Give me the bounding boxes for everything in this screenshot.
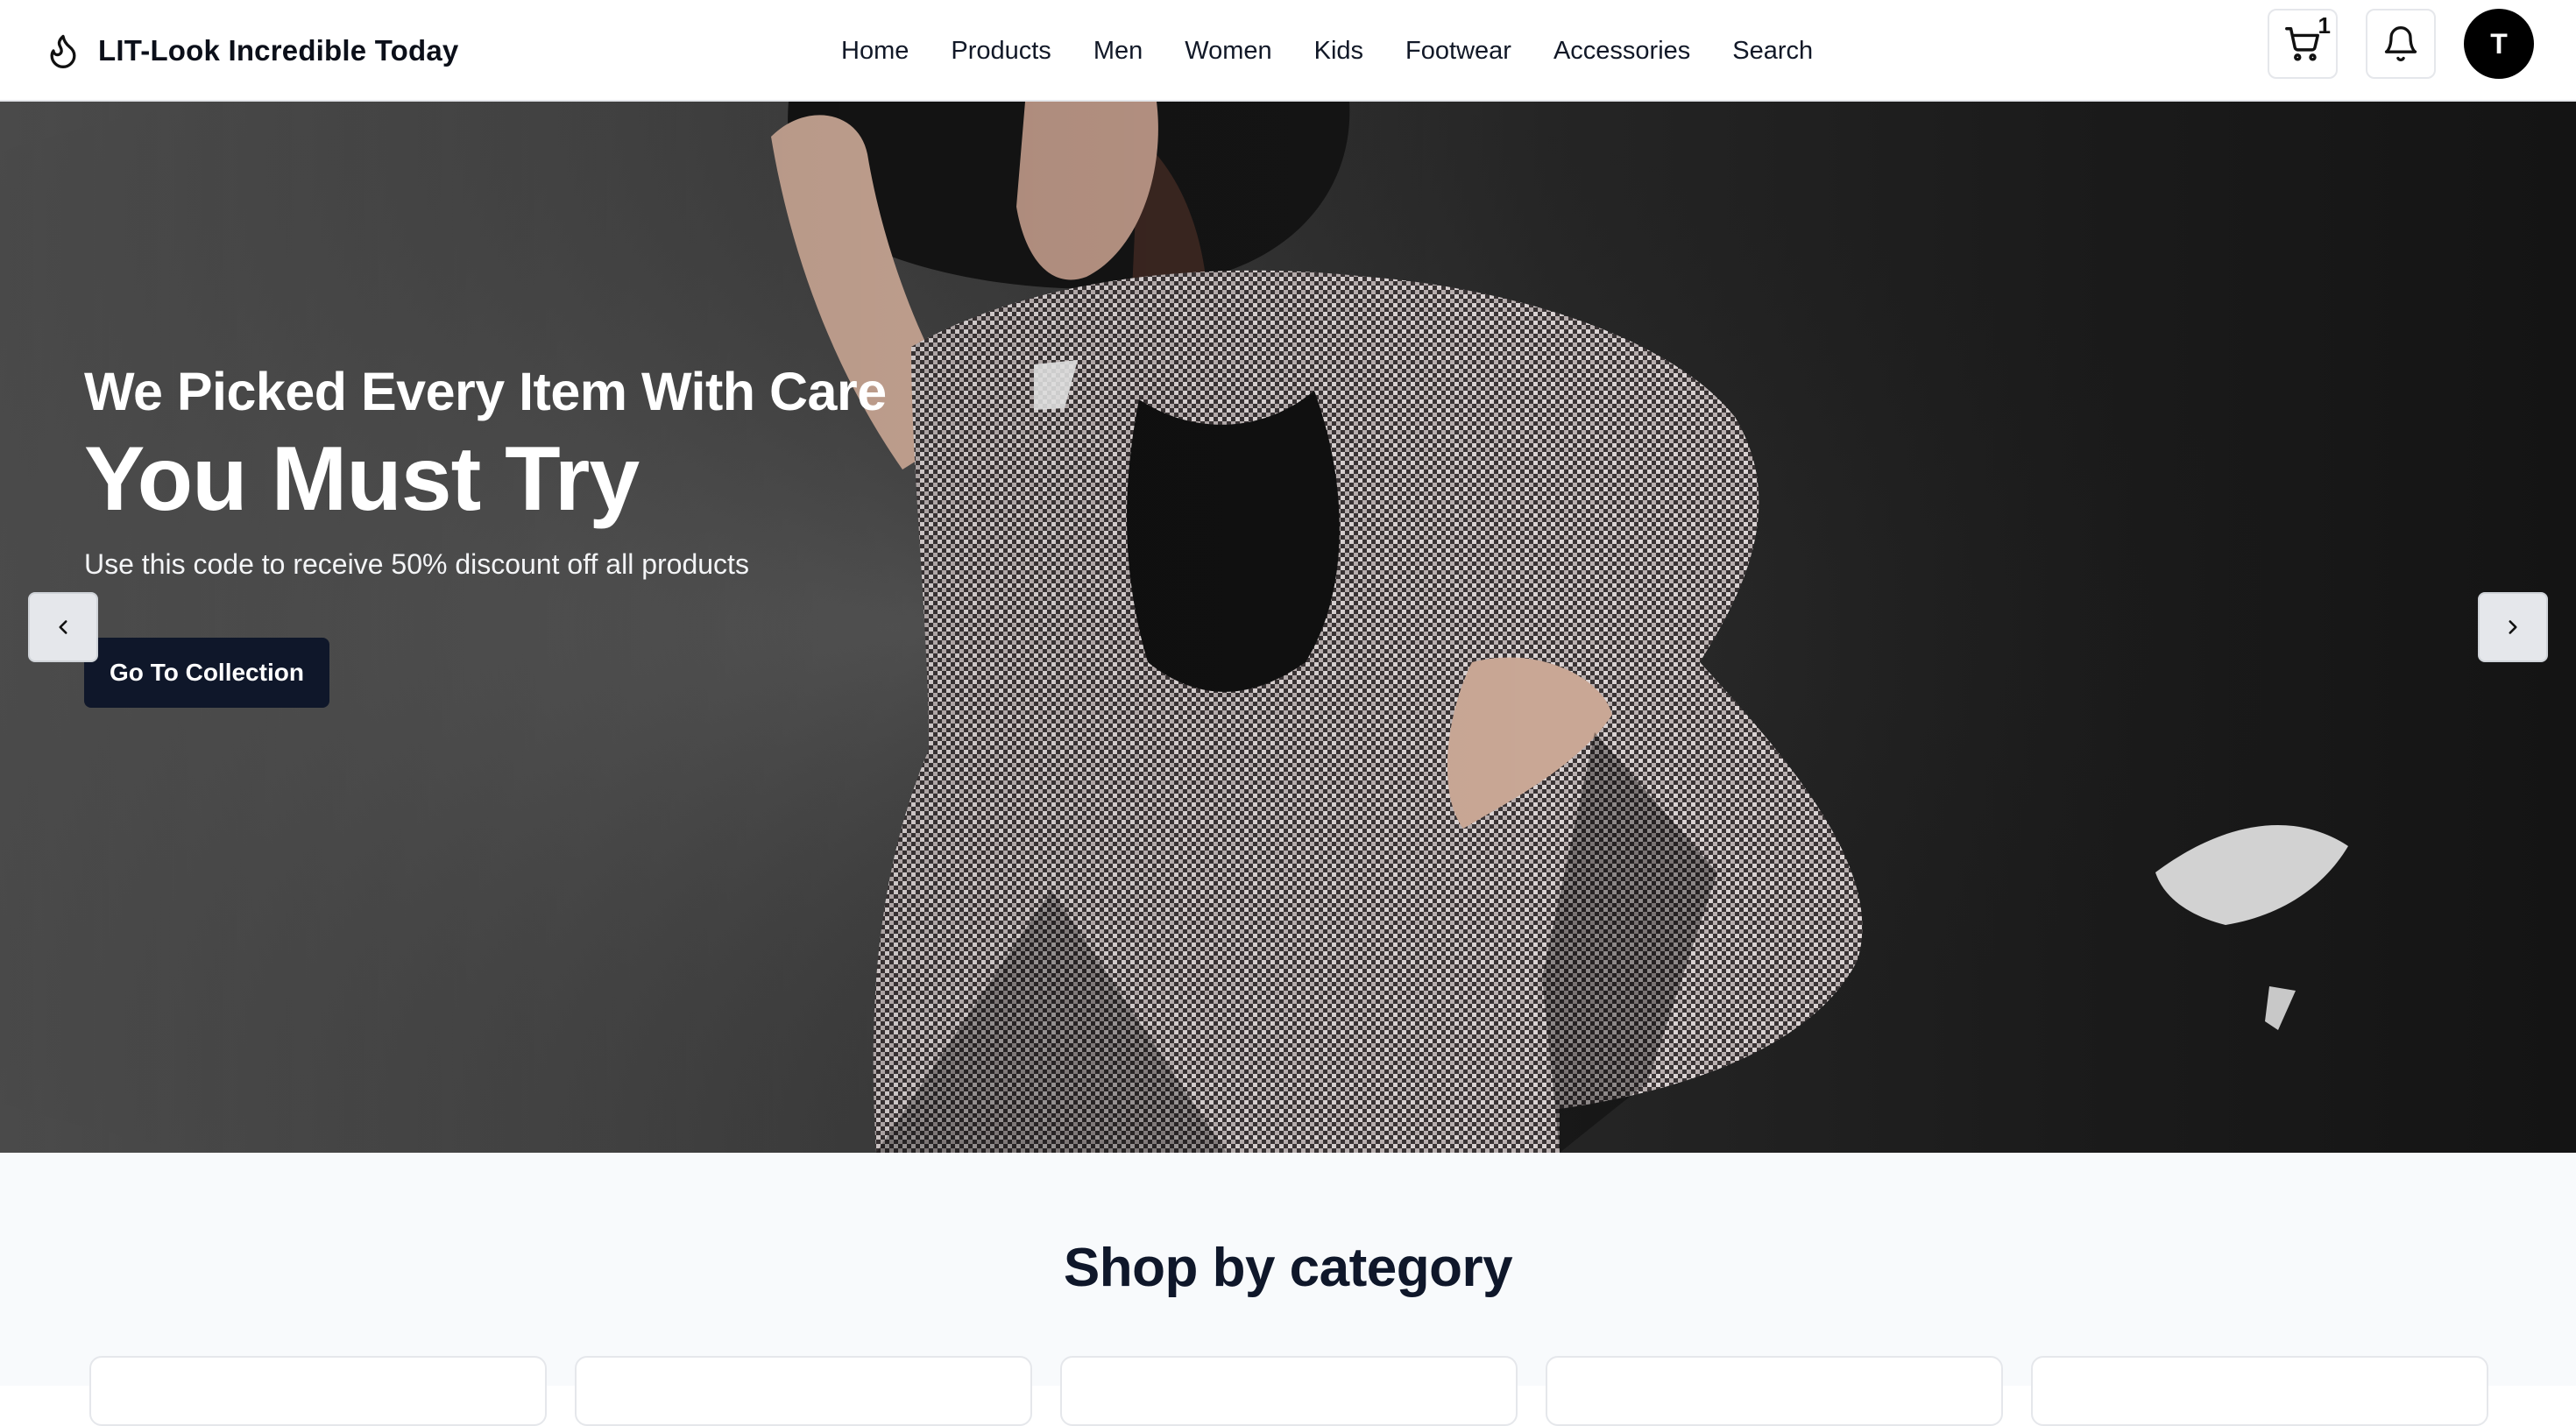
cart-icon: [2285, 27, 2319, 61]
nav-link-women[interactable]: Women: [1185, 37, 1271, 66]
chevron-left-icon: [59, 620, 67, 634]
nav-link-products[interactable]: Products: [951, 37, 1051, 66]
brand-logo[interactable]: LIT-Look Incredible Today: [44, 25, 458, 77]
category-card[interactable]: [1546, 1356, 2003, 1426]
carousel-next-button[interactable]: [2478, 592, 2548, 662]
carousel-prev-button[interactable]: [28, 592, 98, 662]
nav-link-accessories[interactable]: Accessories: [1553, 37, 1690, 66]
main-nav: Home Products Men Women Kids Footwear Ac…: [841, 0, 1813, 102]
hero-overlay: [0, 102, 2576, 1153]
top-navbar: LIT-Look Incredible Today Home Products …: [0, 0, 2576, 102]
hero-title: You Must Try: [84, 428, 640, 530]
go-to-collection-button[interactable]: Go To Collection: [84, 638, 329, 708]
hero-eyebrow: We Picked Every Item With Care: [84, 362, 887, 421]
nav-link-men[interactable]: Men: [1093, 37, 1143, 66]
hero-copy: We Picked Every Item With Care You Must …: [84, 361, 887, 581]
nav-link-footwear[interactable]: Footwear: [1405, 37, 1511, 66]
category-card[interactable]: [575, 1356, 1032, 1426]
cart-count-badge: 1: [2318, 12, 2331, 39]
nav-link-search[interactable]: Search: [1732, 37, 1813, 66]
section-title: Shop by category: [1063, 1238, 1513, 1298]
chevron-right-icon: [2509, 620, 2517, 634]
category-card[interactable]: [89, 1356, 547, 1426]
category-card[interactable]: [2031, 1356, 2488, 1426]
user-avatar[interactable]: T: [2464, 9, 2534, 79]
nav-link-home[interactable]: Home: [841, 37, 909, 66]
hero-banner: We Picked Every Item With Care You Must …: [0, 102, 2576, 1153]
bell-icon: [2384, 26, 2417, 61]
notifications-button[interactable]: [2366, 9, 2436, 79]
flame-icon: [50, 34, 76, 68]
category-card[interactable]: [1060, 1356, 1518, 1426]
brand-name: LIT-Look Incredible Today: [98, 34, 459, 67]
shop-by-category-section: Shop by category: [0, 1153, 2576, 1426]
nav-link-kids[interactable]: Kids: [1314, 37, 1363, 66]
cart-button[interactable]: 1: [2268, 9, 2338, 79]
hero-subtitle: Use this code to receive 50% discount of…: [84, 548, 749, 581]
